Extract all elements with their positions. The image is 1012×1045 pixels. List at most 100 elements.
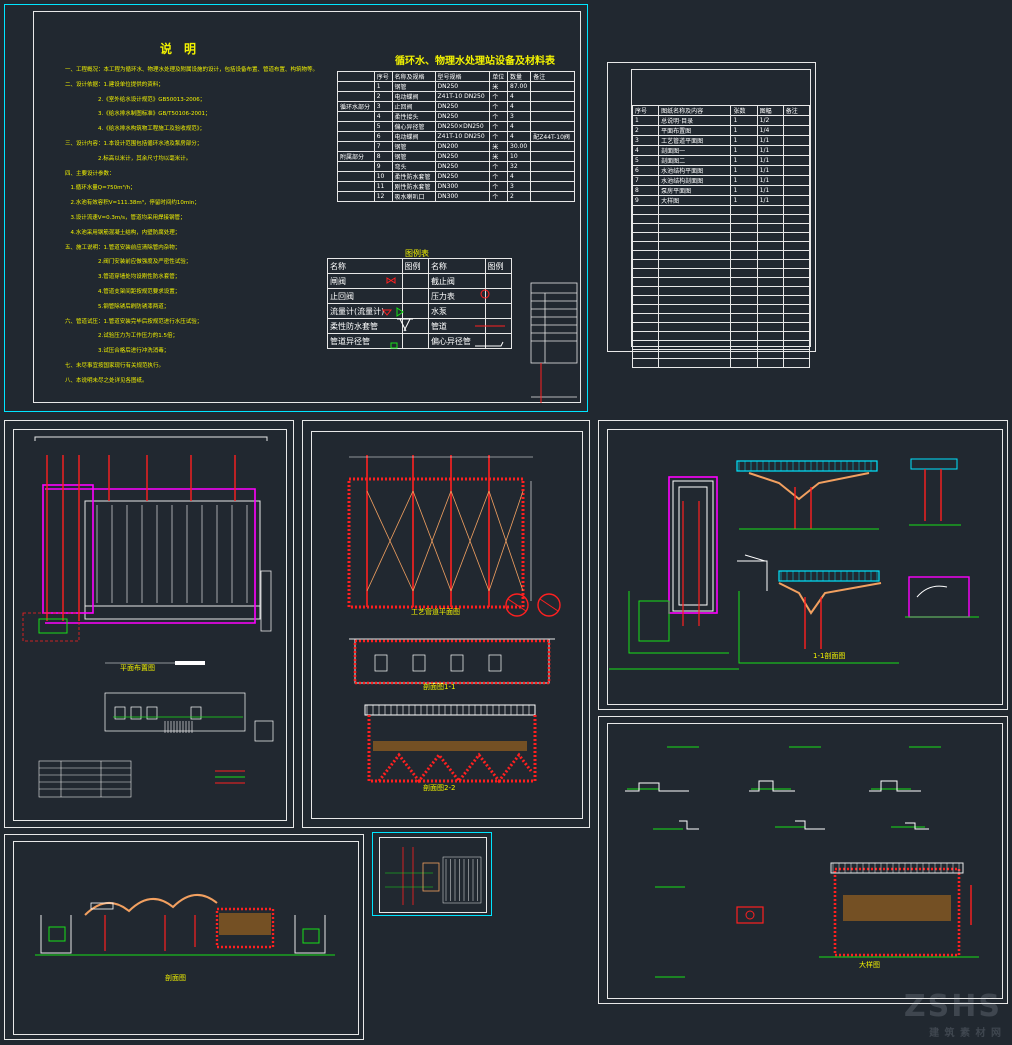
index-table-header-cell: 备注 (782, 105, 811, 116)
index-table-cell (782, 115, 811, 126)
index-table-cell: 工艺管道平面图 (658, 135, 732, 146)
index-table-empty-row (631, 295, 811, 305)
index-table-row: 2 平面布置图 1 1/4 (631, 125, 811, 136)
index-table-empty-row (631, 331, 811, 341)
details-drawing (625, 746, 979, 978)
sections-title: 1-1剖面图 (813, 652, 846, 660)
index-table-empty-row (631, 304, 811, 314)
index-table-cell: 总说明·目录 (658, 115, 732, 126)
drawing-index-table: 序号 图纸名称及内容 张数 图幅 备注 1 总说明·目录 1 1/2 2 平面布置图 1 1/4 3 工艺管… (631, 105, 811, 368)
index-table-empty-row (631, 250, 811, 260)
index-table-cell: 1/1 (756, 175, 784, 186)
index-table-header-cell: 图幅 (756, 105, 784, 116)
plan-layout-drawing (22, 436, 274, 798)
sheet-details: 大样图 (598, 716, 1008, 1004)
index-table-cell: 1/1 (756, 195, 784, 206)
index-table-empty-row (631, 259, 811, 269)
index-table-row: 5 剖面图二 1 1/1 (631, 155, 811, 166)
index-table-cell (782, 145, 811, 156)
index-table-cell: 1 (730, 195, 758, 206)
index-table-cell: 水池结构剖面图 (658, 175, 732, 186)
index-table-empty-row (631, 286, 811, 296)
sections-drawing (609, 458, 979, 670)
index-table-row: 7 水池结构剖面图 1 1/1 (631, 175, 811, 186)
index-table-row: 4 剖面图一 1 1/1 (631, 145, 811, 156)
index-table-cell: 1/1 (756, 185, 784, 196)
index-table-cell: 6 (631, 165, 660, 176)
long-section-drawing (35, 894, 335, 956)
index-table-cell: 剖面图一 (658, 145, 732, 156)
index-table-cell: 4 (631, 145, 660, 156)
sheet-notes: 说 明 一、工程概况：本工程为循环水、物理水处理及附属设施的设计，包括设备布置、… (4, 4, 588, 412)
index-table-empty-row (631, 232, 811, 242)
index-table-cell: 泵房平面图 (658, 185, 732, 196)
index-table-cell (782, 185, 811, 196)
title-block (530, 282, 578, 403)
index-table-cell: 剖面图二 (658, 155, 732, 166)
index-table-empty-row (631, 268, 811, 278)
index-table-cell: 1 (730, 185, 758, 196)
index-table-empty-row (631, 223, 811, 233)
pipe-section-2-title: 剖面图2-2 (423, 784, 456, 792)
sheet-sections: 1-1剖面图 (598, 420, 1008, 710)
sheet-long-section: 剖面图 (4, 834, 364, 1040)
index-table-cell: 1 (631, 115, 660, 126)
index-table-row: 6 水池结构平面图 1 1/1 (631, 165, 811, 176)
details-title: 大样图 (859, 961, 880, 969)
index-table-cell: 3 (631, 135, 660, 146)
sheet-small-plan (372, 832, 492, 916)
index-table-cell (782, 195, 811, 206)
index-table-cell: 5 (631, 155, 660, 166)
sheet-pipe-plan: 工艺管道平面图 剖面图1-1 剖面图2-2 (302, 420, 590, 828)
index-table-cell (782, 135, 811, 146)
index-table-empty-row (631, 322, 811, 332)
index-table-cell: 1 (730, 125, 758, 136)
index-table-empty-row (631, 214, 811, 224)
index-table-cell: 1/1 (756, 165, 784, 176)
small-plan-drawing (385, 847, 482, 905)
index-table-cell: 大样图 (658, 195, 732, 206)
index-table-cell (782, 155, 811, 166)
index-table-header-cell: 图纸名称及内容 (658, 105, 732, 116)
index-table-cell (782, 175, 811, 186)
index-table-empty-row (631, 241, 811, 251)
index-table-empty-row (631, 277, 811, 287)
index-table-cell: 1/1 (756, 155, 784, 166)
index-table-cell: 1/1 (756, 145, 784, 156)
index-table-row: 8 泵房平面图 1 1/1 (631, 185, 811, 196)
index-table-cell: 水池结构平面图 (658, 165, 732, 176)
index-table-cell: 1/4 (756, 125, 784, 136)
watermark-logo: ZSHS 建 筑 素 材 网 (904, 989, 1002, 1039)
watermark-sub: 建 筑 素 材 网 (929, 1028, 1002, 1039)
index-table-cell: 7 (631, 175, 660, 186)
index-table-cell: 1 (730, 115, 758, 126)
index-table-cell (782, 165, 811, 176)
index-table-row: 9 大样图 1 1/1 (631, 195, 811, 206)
index-table-cell: 1 (730, 135, 758, 146)
index-table-header-cell: 序号 (631, 105, 660, 116)
long-section-title: 剖面图 (165, 974, 186, 982)
sheet-plan-layout: 平面布置图 (4, 420, 294, 828)
index-table-header-cell: 张数 (730, 105, 758, 116)
index-table-cell: 9 (631, 195, 660, 206)
index-table-cell: 1 (730, 175, 758, 186)
index-table-row: 3 工艺管道平面图 1 1/1 (631, 135, 811, 146)
pipe-plan-drawing (347, 455, 561, 784)
sheet-index: 序号 图纸名称及内容 张数 图幅 备注 1 总说明·目录 1 1/2 2 平面布置图 1 1/4 3 工艺管… (607, 62, 816, 368)
index-table-cell: 2 (631, 125, 660, 136)
watermark-brand: ZSHS (903, 989, 1002, 1024)
plan-layout-title: 平面布置图 (120, 664, 155, 672)
index-table-cell: 1 (730, 155, 758, 166)
index-table-cell: 1/1 (756, 135, 784, 146)
index-table-empty-row (631, 358, 811, 368)
pipe-section-1-title: 剖面图1-1 (423, 683, 456, 691)
index-table-empty-row (631, 205, 811, 215)
index-table-cell: 1 (730, 165, 758, 176)
index-table-row: 1 总说明·目录 1 1/2 (631, 115, 811, 126)
index-table-cell: 8 (631, 185, 660, 196)
index-table-cell: 1/2 (756, 115, 784, 126)
index-table-cell: 1 (730, 145, 758, 156)
index-table-cell (782, 125, 811, 136)
index-table-empty-row (631, 340, 811, 350)
index-table-empty-row (631, 313, 811, 323)
